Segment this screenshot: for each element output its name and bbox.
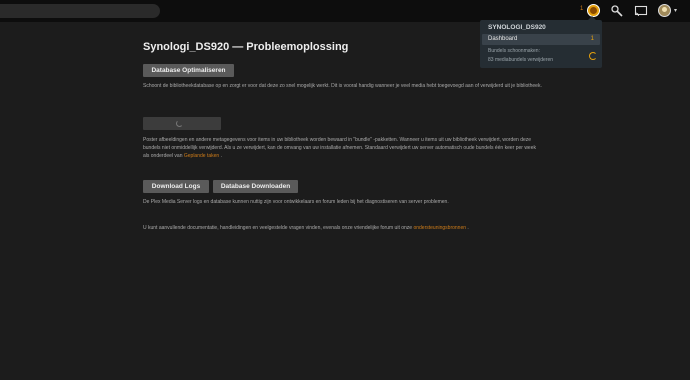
- avatar[interactable]: [658, 4, 671, 17]
- wrench-icon[interactable]: [610, 4, 624, 18]
- dashboard-label: Dashboard: [488, 36, 518, 42]
- docs-description: U kunt aanvullende documentatie, handlei…: [143, 224, 543, 232]
- activity-count-badge: 1: [580, 6, 584, 12]
- task-title: Bundels schoonmaken:: [488, 48, 540, 54]
- dashboard-count: 1: [590, 36, 594, 42]
- top-bar: 1 ▾: [0, 0, 690, 22]
- loading-spinner-icon: [176, 120, 183, 127]
- dropdown-arrow: [588, 16, 596, 20]
- task-detail: 83 mediabundels verwijderen: [488, 57, 554, 63]
- docs-text: U kunt aanvullende documentatie, handlei…: [143, 225, 414, 231]
- download-logs-button[interactable]: Download Logs: [143, 180, 209, 193]
- optimize-database-button[interactable]: Database Optimaliseren: [143, 64, 234, 77]
- bundles-description: Poster afbeeldingen en andere metagegeve…: [143, 136, 543, 160]
- dropdown-server-name: SYNOLOGI_DS920: [488, 24, 546, 31]
- page-title: Synologi_DS920 — Probleemoplossing: [143, 41, 349, 53]
- download-database-button[interactable]: Database Downloaden: [213, 180, 298, 193]
- chevron-down-icon[interactable]: ▾: [674, 7, 677, 14]
- cast-icon[interactable]: [634, 4, 648, 18]
- logs-description: De Plex Media Server logs en database ku…: [143, 199, 449, 205]
- scheduled-tasks-link[interactable]: Geplande taken: [184, 153, 219, 159]
- docs-suffix: .: [466, 225, 469, 231]
- task-spinner-icon: [589, 52, 597, 60]
- dropdown-dashboard-item[interactable]: Dashboard 1: [482, 34, 600, 45]
- support-resources-link[interactable]: ondersteuningsbronnen: [413, 225, 466, 231]
- optimize-description: Schoont de bibliotheekdatabase op en zor…: [143, 83, 542, 89]
- search-input[interactable]: [0, 4, 160, 18]
- bundles-suffix: .: [219, 153, 222, 159]
- activity-dropdown: SYNOLOGI_DS920 Dashboard 1 Bundels schoo…: [480, 16, 602, 68]
